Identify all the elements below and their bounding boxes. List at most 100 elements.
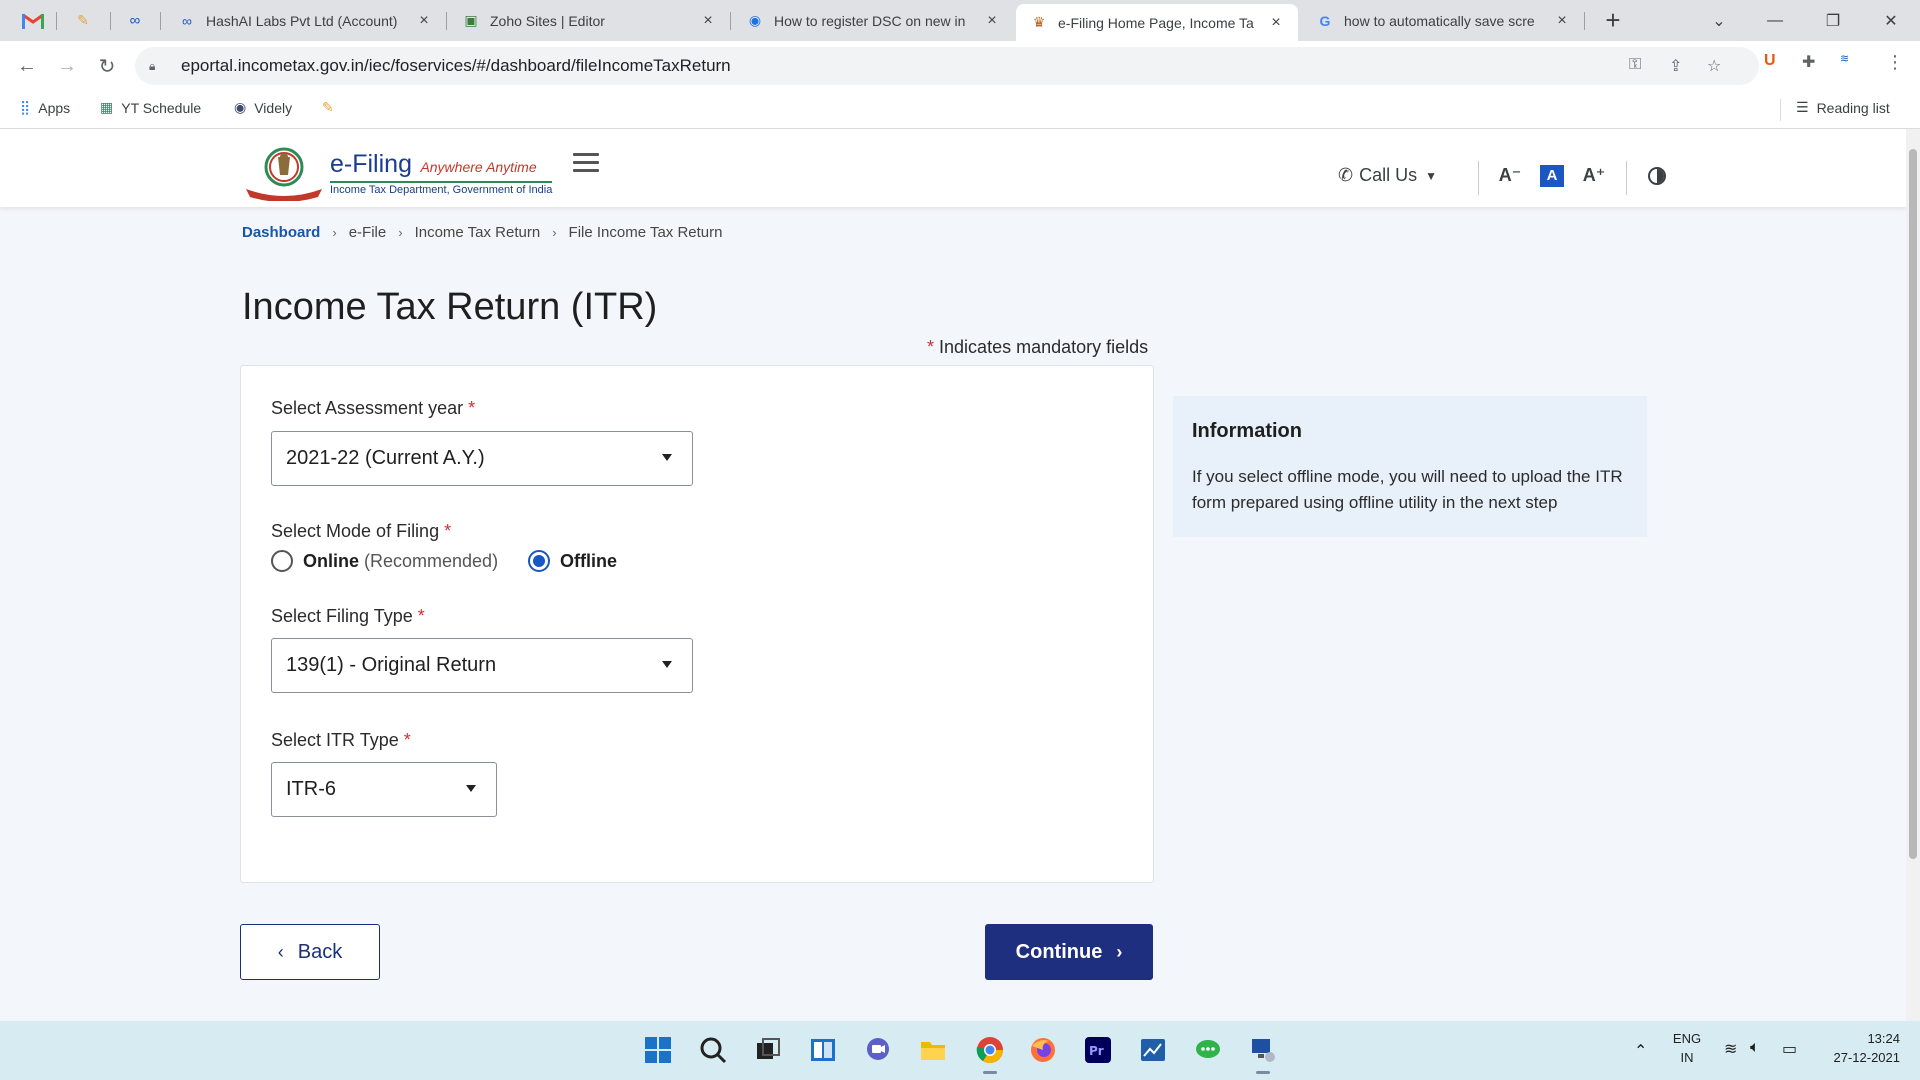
- information-title: Information: [1192, 420, 1302, 442]
- font-increase-button[interactable]: A⁺: [1582, 165, 1606, 187]
- page-scrollbar[interactable]: [1906, 129, 1920, 1021]
- minimize-button[interactable]: —: [1746, 0, 1804, 41]
- messaging-button[interactable]: [1192, 1034, 1224, 1066]
- clock[interactable]: 13:24 27-12-2021: [1820, 1031, 1901, 1065]
- key-icon[interactable]: ⚿: [1629, 56, 1641, 74]
- lock-icon: 🔒︎: [149, 58, 156, 73]
- breadcrumb-dashboard[interactable]: Dashboard: [242, 224, 320, 241]
- kebab-menu-icon[interactable]: ⋮: [1886, 52, 1904, 73]
- hamburger-menu-icon[interactable]: [573, 153, 599, 177]
- battery-icon[interactable]: ▭: [1782, 1039, 1797, 1059]
- filing-type-label: Select Filing Type *: [271, 606, 425, 627]
- assessment-year-select[interactable]: 2021-22 (Current A.Y.): [271, 431, 693, 486]
- apps-grid-icon: ⣿: [20, 99, 31, 115]
- extension-logo-icon[interactable]: ≋: [1840, 52, 1849, 65]
- photos-app-button[interactable]: [1137, 1034, 1169, 1066]
- url-text: eportal.incometax.gov.in/iec/foservices/…: [181, 56, 731, 75]
- continue-button[interactable]: Continue ›: [985, 924, 1153, 980]
- mode-of-filing-label: Select Mode of Filing *: [271, 521, 451, 542]
- bookmark-apps[interactable]: ⣿ Apps: [20, 99, 70, 116]
- tab-efiling[interactable]: ♛ e-Filing Home Page, Income Ta ×: [1016, 4, 1298, 41]
- message-icon: [1196, 1040, 1220, 1058]
- label-text: Select Mode of Filing: [271, 521, 440, 541]
- reload-button[interactable]: ↻: [92, 51, 122, 81]
- close-icon[interactable]: ×: [1554, 12, 1570, 30]
- videly-icon: ◉: [234, 99, 247, 115]
- close-icon[interactable]: ×: [1268, 14, 1284, 32]
- radio-online[interactable]: Online (Recommended): [271, 550, 498, 572]
- wifi-icon[interactable]: ≋: [1724, 1039, 1737, 1059]
- bookmark-videly[interactable]: ◉ Videly: [234, 99, 292, 116]
- font-normal-button[interactable]: A: [1540, 165, 1564, 187]
- gmail-pinned-tab[interactable]: [12, 0, 54, 41]
- chevron-right-icon: ›: [552, 225, 557, 240]
- radio-offline[interactable]: Offline: [528, 550, 617, 572]
- widgets-button[interactable]: [807, 1034, 839, 1066]
- bookmark-yt-schedule[interactable]: ▦ YT Schedule: [100, 99, 201, 116]
- show-hidden-icons[interactable]: ⌃: [1634, 1041, 1647, 1061]
- radio-online-circle[interactable]: [271, 550, 293, 572]
- browser-toolbar: ← → ↻ 🔒︎ eportal.incometax.gov.in/iec/fo…: [0, 41, 1920, 91]
- tab-search-button[interactable]: ⌄: [1690, 0, 1748, 41]
- radio-online-note: (Recommended): [364, 550, 499, 571]
- file-explorer-button[interactable]: [917, 1034, 949, 1066]
- search-icon: [700, 1037, 727, 1064]
- reading-list-button[interactable]: ☰ Reading list: [1796, 99, 1890, 116]
- task-view-icon: [757, 1038, 780, 1059]
- network-app-button[interactable]: [1247, 1034, 1279, 1066]
- puzzle-icon[interactable]: ✚: [1802, 52, 1815, 72]
- tab-google-search[interactable]: G how to automatically save scre ×: [1302, 0, 1584, 41]
- premiere-button[interactable]: Pr: [1082, 1034, 1114, 1066]
- filing-type-select[interactable]: 139(1) - Original Return: [271, 638, 693, 693]
- efiling-logo[interactable]: e-Filing Anywhere Anytime Income Tax Dep…: [242, 145, 553, 202]
- contrast-toggle-icon[interactable]: [1648, 167, 1666, 185]
- back-nav-button[interactable]: ←: [12, 51, 42, 81]
- radio-offline-circle[interactable]: [528, 550, 550, 572]
- teams-chat-button[interactable]: [862, 1034, 894, 1066]
- search-button[interactable]: [697, 1034, 729, 1066]
- close-window-button[interactable]: ✕: [1862, 0, 1920, 41]
- forward-nav-button[interactable]: →: [52, 51, 82, 81]
- breadcrumb-income-tax-return[interactable]: Income Tax Return: [415, 224, 541, 241]
- font-decrease-button[interactable]: A⁻: [1498, 165, 1522, 187]
- pinned-tab-2[interactable]: ✎: [62, 0, 104, 41]
- call-us-dropdown[interactable]: ✆ Call Us ▼: [1338, 165, 1437, 186]
- pinned-tab-3[interactable]: ∞: [114, 0, 156, 41]
- address-bar[interactable]: 🔒︎ eportal.incometax.gov.in/iec/foservic…: [135, 47, 1759, 85]
- chrome-button[interactable]: [974, 1034, 1006, 1066]
- tab-zoho[interactable]: ▣ Zoho Sites | Editor ×: [448, 0, 730, 41]
- tab-title: e-Filing Home Page, Income Ta: [1058, 14, 1254, 31]
- firefox-button[interactable]: [1027, 1034, 1059, 1066]
- close-icon[interactable]: ×: [700, 12, 716, 30]
- share-icon[interactable]: ⇪: [1669, 56, 1682, 76]
- restore-button[interactable]: ❐: [1804, 0, 1862, 41]
- extension-u-icon[interactable]: U: [1764, 52, 1776, 70]
- select-value: ITR-6: [286, 778, 336, 800]
- start-button[interactable]: [642, 1034, 674, 1066]
- volume-icon[interactable]: 🔈︎: [1750, 1039, 1760, 1057]
- caret-down-icon: [662, 661, 672, 668]
- bookmark-feather[interactable]: ✎: [322, 99, 342, 116]
- chevron-left-icon: ‹: [277, 941, 284, 962]
- close-icon[interactable]: ×: [984, 12, 1000, 30]
- scrollbar-thumb[interactable]: [1909, 149, 1917, 859]
- breadcrumb-efile[interactable]: e-File: [349, 224, 387, 241]
- language-indicator[interactable]: ENG IN: [1670, 1031, 1704, 1065]
- close-icon[interactable]: ×: [416, 12, 432, 30]
- assessment-year-label: Select Assessment year *: [271, 398, 475, 419]
- information-panel: Information If you select offline mode, …: [1173, 396, 1647, 537]
- gmail-icon: [22, 13, 44, 29]
- feather-icon: ✎: [77, 12, 89, 28]
- logo-tagline: Anywhere Anytime: [420, 159, 537, 175]
- tab-dsc[interactable]: ◉ How to register DSC on new in ×: [732, 0, 1014, 41]
- back-button[interactable]: ‹ Back: [240, 924, 380, 980]
- task-view-button[interactable]: [752, 1034, 784, 1066]
- new-tab-button[interactable]: +: [1598, 6, 1628, 36]
- caret-down-icon: [662, 454, 672, 461]
- mandatory-note-text: Indicates mandatory fields: [939, 337, 1149, 357]
- link-rings-icon: ∞: [129, 12, 141, 29]
- link-rings-icon: ∞: [182, 12, 192, 29]
- itr-type-select[interactable]: ITR-6: [271, 762, 497, 817]
- bookmark-star-icon[interactable]: ☆: [1707, 56, 1721, 76]
- tab-hashai[interactable]: ∞ HashAI Labs Pvt Ltd (Account) ×: [164, 0, 446, 41]
